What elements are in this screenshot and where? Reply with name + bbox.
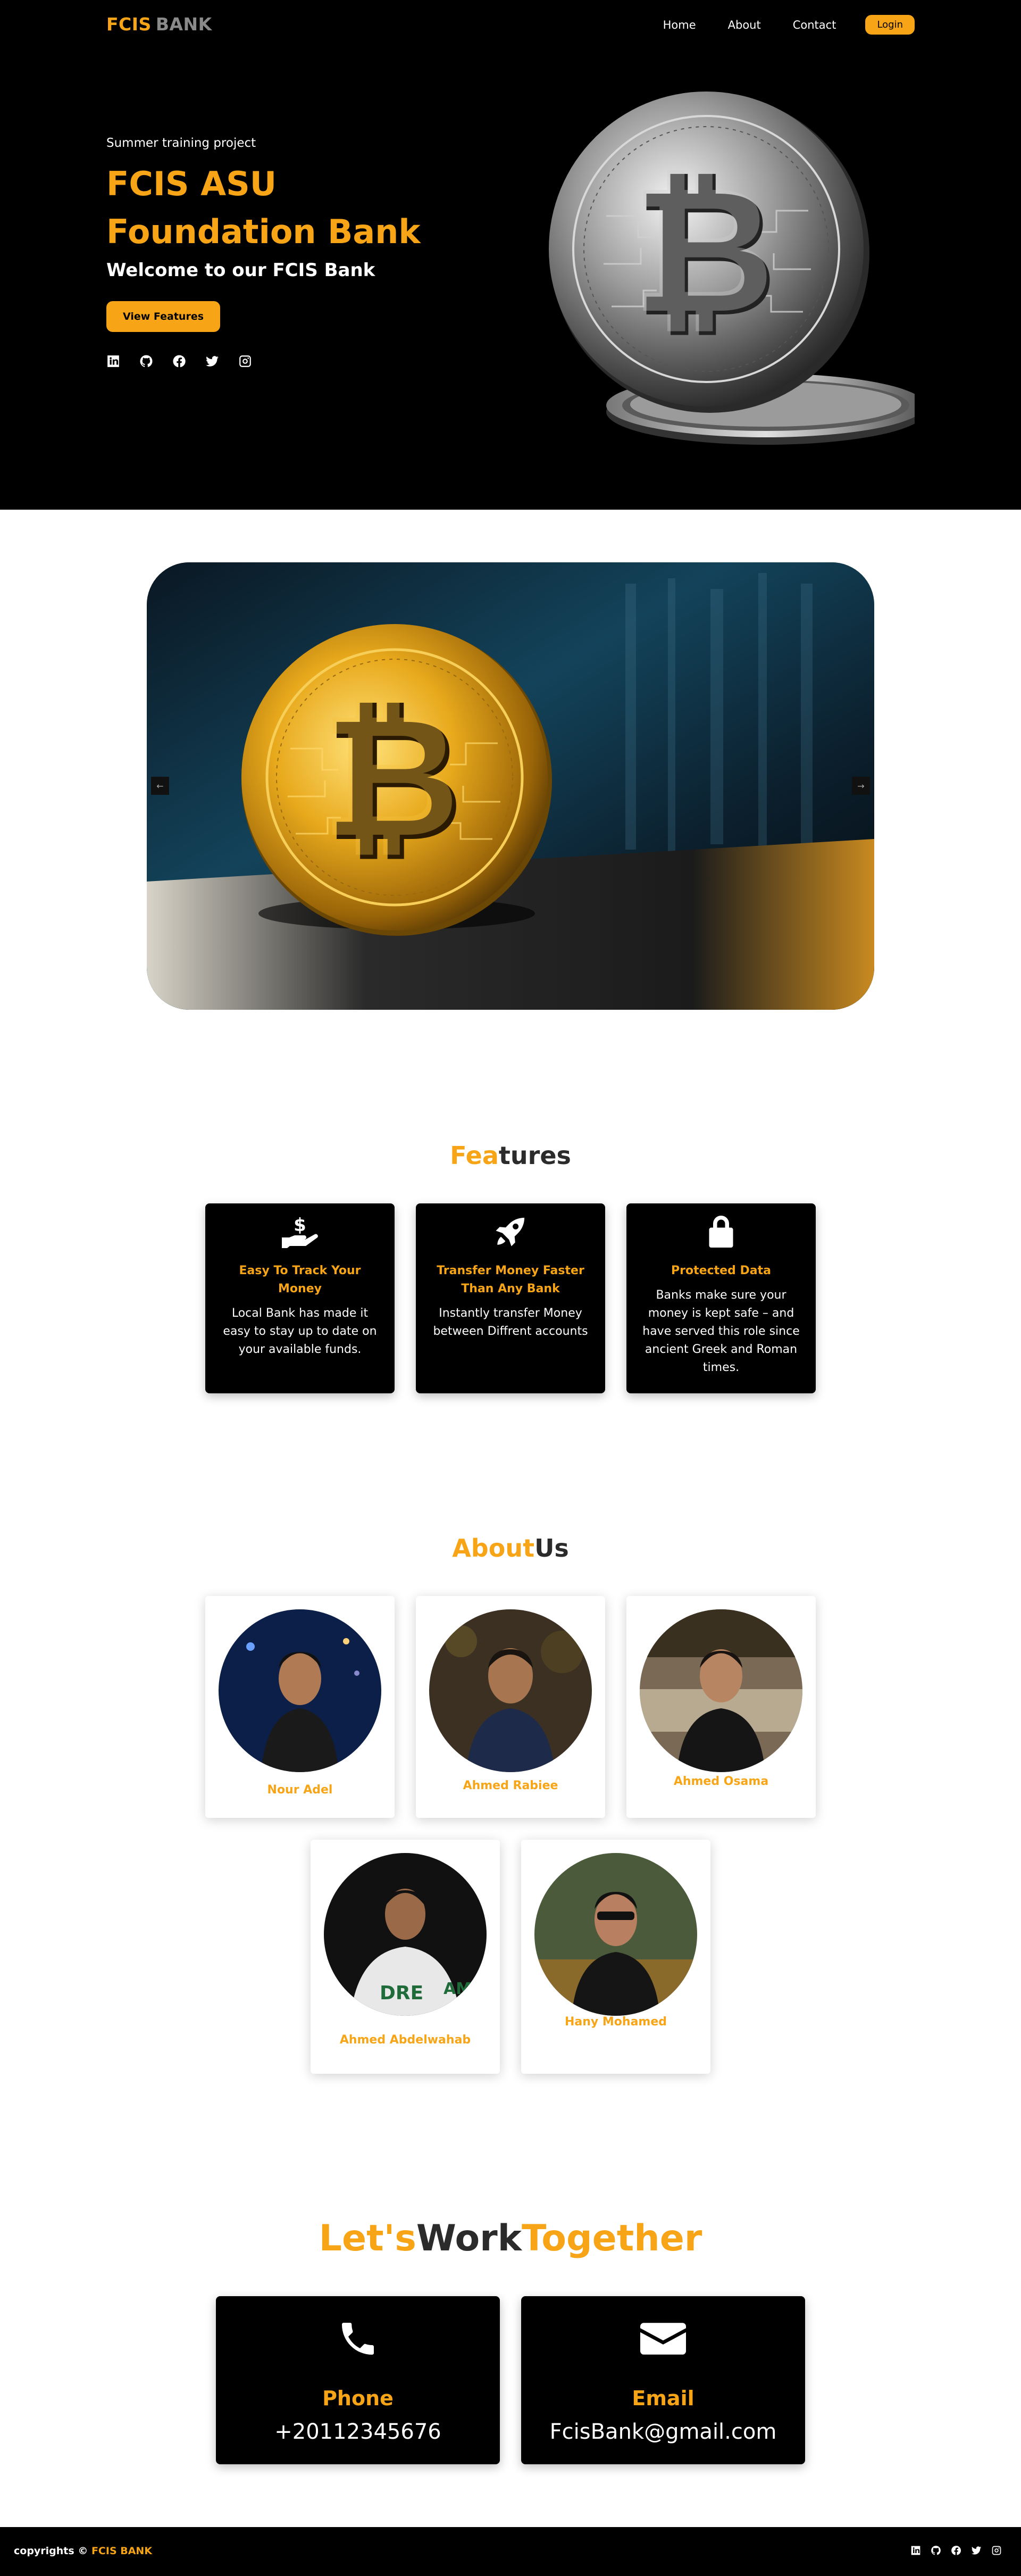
contact-heading: Let'sWorkTogether <box>0 2217 1021 2259</box>
brand-logo[interactable]: FCIS BANK <box>106 14 212 35</box>
feature-text: Instantly transfer Money between Diffren… <box>433 1307 588 1338</box>
gold-bitcoin-image: ₿ ₿ <box>147 562 874 1010</box>
member-card: Ahmed Rabiee <box>416 1596 605 1818</box>
login-button[interactable]: Login <box>865 15 915 35</box>
contact-heading-part1: Let's <box>319 2217 416 2259</box>
svg-text:AMS: AMS <box>443 1980 483 1998</box>
instagram-icon[interactable] <box>991 2545 1002 2556</box>
member-name: Ahmed Rabiee <box>463 1779 558 1792</box>
footer-copyright: copyrights © FCIS BANK <box>14 2545 152 2557</box>
instagram-icon[interactable] <box>238 354 252 368</box>
view-features-button[interactable]: View Features <box>106 301 220 332</box>
hero-social-links <box>106 354 271 368</box>
feature-card-transfer: Transfer Money Faster Than Any Bank Inst… <box>416 1203 605 1393</box>
feature-card-protected: Protected Data Banks make sure your mone… <box>626 1203 816 1393</box>
image-carousel: ₿ ₿ <box>147 562 874 1010</box>
silver-bitcoin-image: ₿ ₿ <box>549 92 915 445</box>
nav-home-link[interactable]: Home <box>663 19 696 31</box>
hero-title: FCIS ASU Foundation Bank <box>106 164 421 251</box>
member-card: Nour Adel <box>205 1596 395 1818</box>
twitter-icon[interactable] <box>205 354 219 368</box>
nav-links: Home About Contact Login <box>631 15 915 35</box>
feature-text: Banks make sure your money is kept safe … <box>642 1289 800 1374</box>
hero-subtitle: Summer training project <box>106 136 256 150</box>
nav-contact-link[interactable]: Contact <box>793 19 836 31</box>
footer-brand: FCIS BANK <box>91 2545 153 2557</box>
member-card: DRE AMS Ahmed Abdelwahab <box>311 1840 500 2074</box>
copyright-text: copyrights © <box>14 2545 88 2557</box>
facebook-icon[interactable] <box>172 354 186 368</box>
contact-value[interactable]: FcisBank@gmail.com <box>521 2420 805 2444</box>
svg-text:₿: ₿ <box>321 677 460 875</box>
carousel-next-button[interactable]: → <box>852 777 870 795</box>
feature-title: Protected Data <box>671 1264 771 1277</box>
member-card: Hany Mohamed <box>521 1840 710 2074</box>
member-name: Nour Adel <box>267 1783 333 1797</box>
linkedin-icon[interactable] <box>910 2545 921 2556</box>
hero-section: Summer training project FCIS ASU Foundat… <box>0 51 1021 510</box>
brand-part-bank: BANK <box>155 14 212 35</box>
member-photo <box>640 1609 802 1772</box>
rocket-icon <box>416 1214 605 1251</box>
footer-social-links <box>901 2545 1002 2556</box>
footer: copyrights © FCIS BANK <box>0 2527 1021 2576</box>
svg-text:$: $ <box>294 1215 306 1236</box>
features-heading-part1: Fea <box>450 1141 499 1170</box>
feature-text: Local Bank has made it easy to stay up t… <box>223 1307 377 1356</box>
envelope-icon <box>521 2317 805 2360</box>
phone-icon <box>216 2317 500 2360</box>
contact-heading-part3: Together <box>521 2217 702 2259</box>
member-card: Ahmed Osama <box>626 1596 816 1818</box>
svg-text:DRE: DRE <box>380 1982 423 2004</box>
brand-part-fcis: FCIS <box>106 14 152 35</box>
member-photo <box>429 1609 592 1772</box>
carousel-prev-button[interactable]: ← <box>151 777 169 795</box>
navbar: FCIS BANK Home About Contact Login <box>0 0 1021 51</box>
contact-label: Email <box>632 2387 694 2410</box>
feature-title: Transfer Money Faster Than Any Bank <box>437 1264 584 1295</box>
contact-heading-part2: Work <box>416 2217 522 2259</box>
facebook-icon[interactable] <box>951 2545 961 2556</box>
hero-welcome: Welcome to our FCIS Bank <box>106 260 375 281</box>
twitter-icon[interactable] <box>971 2545 982 2556</box>
contact-label: Phone <box>322 2387 394 2410</box>
about-heading-part1: About <box>452 1534 535 1563</box>
member-name: Hany Mohamed <box>564 2015 667 2029</box>
svg-text:₿: ₿ <box>632 148 775 352</box>
member-photo <box>219 1609 381 1772</box>
member-name: Ahmed Abdelwahab <box>339 2033 471 2047</box>
member-photo <box>534 1853 697 2016</box>
features-heading-part2: tures <box>498 1141 571 1170</box>
member-name: Ahmed Osama <box>673 1775 769 1788</box>
hand-dollar-icon: $ <box>205 1214 395 1251</box>
member-photo: DRE AMS <box>324 1853 487 2016</box>
linkedin-icon[interactable] <box>106 354 120 368</box>
github-icon[interactable] <box>139 354 153 368</box>
feature-card-track: $ Easy To Track Your Money Local Bank ha… <box>205 1203 395 1393</box>
github-icon[interactable] <box>931 2545 941 2556</box>
contact-value[interactable]: +20112345676 <box>216 2420 500 2444</box>
contact-card-phone: Phone +20112345676 <box>216 2296 500 2464</box>
nav-about-link[interactable]: About <box>728 19 761 31</box>
about-heading: AboutUs <box>0 1534 1021 1563</box>
feature-title: Easy To Track Your Money <box>239 1264 361 1295</box>
about-heading-part2: Us <box>534 1534 569 1563</box>
lock-icon <box>626 1214 816 1251</box>
features-heading: Features <box>0 1141 1021 1170</box>
contact-card-email: Email FcisBank@gmail.com <box>521 2296 805 2464</box>
